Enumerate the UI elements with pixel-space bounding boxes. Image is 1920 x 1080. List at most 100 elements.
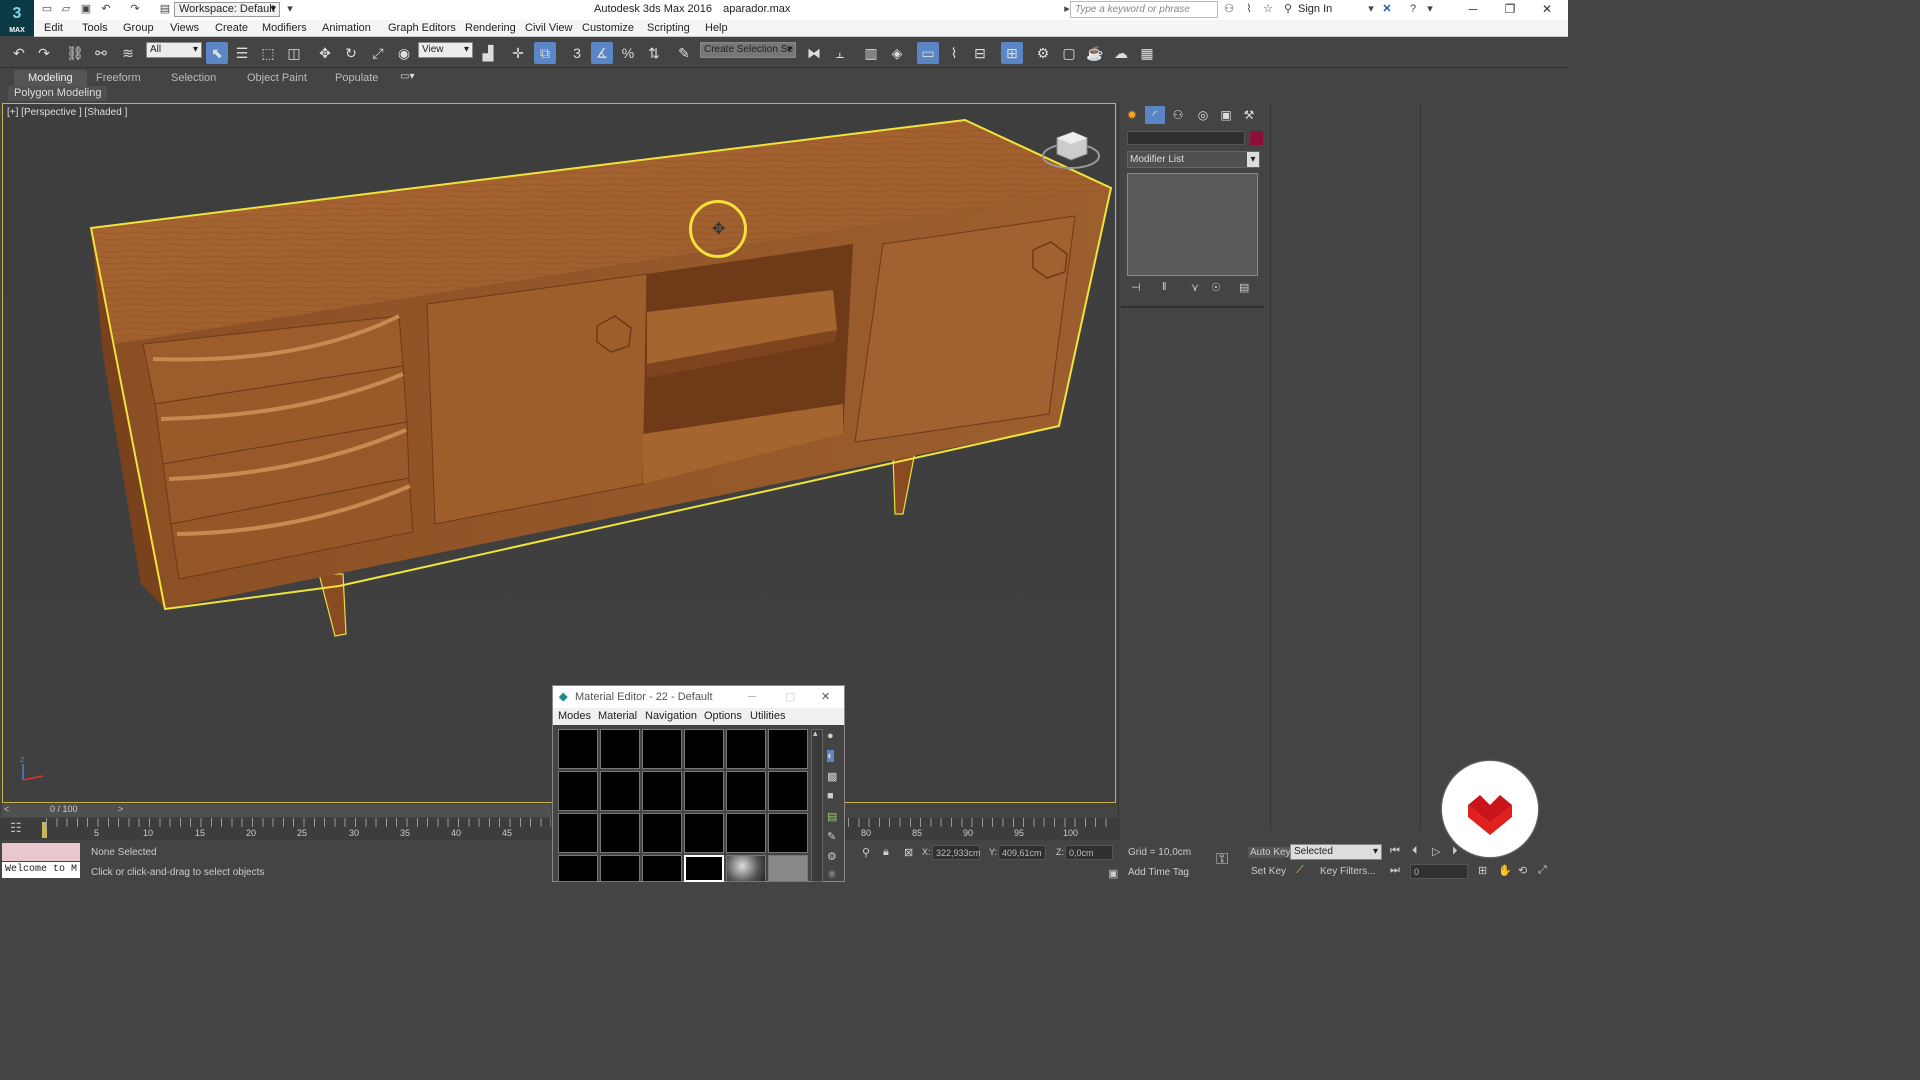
- menu-group[interactable]: Group: [123, 22, 154, 34]
- selection-lock-icon[interactable]: 🔒︎: [883, 846, 889, 859]
- material-slot[interactable]: [600, 813, 640, 853]
- material-slot-sphere[interactable]: [726, 855, 766, 882]
- move-icon[interactable]: ✥: [314, 42, 336, 64]
- select-object-icon[interactable]: ⬉: [206, 42, 228, 64]
- rectangular-selection-icon[interactable]: ⬚: [257, 42, 279, 64]
- menu-scripting[interactable]: Scripting: [647, 22, 690, 34]
- material-slot[interactable]: [684, 813, 724, 853]
- keyboard-shortcut-override-icon[interactable]: ⧉: [534, 42, 556, 64]
- current-frame-field[interactable]: 0: [1410, 864, 1468, 879]
- tab-freeform[interactable]: Freeform: [82, 70, 155, 86]
- modify-tab-icon[interactable]: ◜: [1145, 106, 1165, 124]
- x-coord-field[interactable]: 322,933cm: [932, 845, 981, 860]
- motion-tab-icon[interactable]: ◎: [1193, 106, 1213, 124]
- material-slot[interactable]: [768, 813, 808, 853]
- next-frame-arrow[interactable]: >: [118, 804, 123, 814]
- open-file-icon[interactable]: ▱: [59, 3, 73, 16]
- menu-civil-view[interactable]: Civil View: [525, 22, 572, 34]
- select-by-material-icon[interactable]: ⚛: [827, 868, 837, 881]
- object-name-field[interactable]: [1127, 131, 1245, 145]
- material-slot[interactable]: [558, 771, 598, 811]
- material-slot[interactable]: [684, 771, 724, 811]
- render-setup-icon[interactable]: ⚙: [1032, 42, 1054, 64]
- minimize-button[interactable]: ─: [1458, 2, 1488, 17]
- material-slot[interactable]: [642, 813, 682, 853]
- workspace-dropdown[interactable]: Workspace: Default: [174, 2, 280, 17]
- material-slot[interactable]: [558, 729, 598, 769]
- material-editor-maximize-button[interactable]: ▢: [785, 686, 795, 708]
- restore-button[interactable]: ❐: [1495, 2, 1525, 17]
- select-manipulate-icon[interactable]: ✛: [507, 42, 529, 64]
- polygon-modeling-panel[interactable]: Polygon Modeling: [8, 86, 108, 101]
- add-time-tag[interactable]: Add Time Tag: [1128, 867, 1189, 878]
- material-editor-window[interactable]: ◆ Material Editor - 22 - Default ─ ▢ ✕ M…: [552, 685, 845, 882]
- material-editor-titlebar[interactable]: ◆ Material Editor - 22 - Default ─ ▢ ✕: [553, 686, 844, 708]
- selection-filter-dropdown[interactable]: All: [146, 42, 202, 58]
- menu-edit[interactable]: Edit: [44, 22, 63, 34]
- modifier-list-dropdown[interactable]: Modifier List: [1127, 151, 1260, 168]
- time-tag-icon[interactable]: ▣: [1108, 867, 1118, 880]
- material-slot[interactable]: [726, 813, 766, 853]
- save-file-icon[interactable]: ▣: [79, 3, 93, 16]
- material-slot-active[interactable]: [684, 855, 724, 882]
- maxscript-listener-mini[interactable]: [2, 843, 80, 861]
- sign-in-link[interactable]: Sign In: [1298, 3, 1332, 15]
- play-icon[interactable]: ▷: [1432, 845, 1440, 858]
- menu-graph-editors[interactable]: Graph Editors: [388, 22, 456, 34]
- remove-modifier-icon[interactable]: ☉: [1211, 281, 1221, 294]
- align-icon[interactable]: ⫠: [829, 42, 851, 64]
- toggle-ribbon-icon[interactable]: ▭: [917, 42, 939, 64]
- toggle-layer-explorer-icon[interactable]: ◈: [886, 42, 908, 64]
- options-icon[interactable]: ⚙: [827, 850, 837, 863]
- material-slot[interactable]: [726, 729, 766, 769]
- a360-gallery-icon[interactable]: ▦: [1136, 42, 1158, 64]
- link-icon[interactable]: ⛓: [64, 42, 86, 64]
- make-preview-icon[interactable]: ✎: [827, 830, 836, 843]
- bind-space-warp-icon[interactable]: ≋: [117, 42, 139, 64]
- material-slot[interactable]: [684, 729, 724, 769]
- key-filters-button[interactable]: Key Filters...: [1320, 866, 1376, 877]
- menu-create[interactable]: Create: [215, 22, 248, 34]
- me-menu-material[interactable]: Material: [598, 710, 637, 722]
- project-folder-icon[interactable]: ▤: [158, 3, 172, 16]
- backlight-icon[interactable]: ◐: [827, 750, 834, 762]
- mirror-icon[interactable]: ⧓: [803, 42, 825, 64]
- object-color-swatch[interactable]: [1250, 131, 1263, 145]
- auto-key-button[interactable]: Auto Key: [1248, 847, 1293, 858]
- named-selection-set-dropdown[interactable]: Create Selection Se: [700, 42, 796, 58]
- scale-icon[interactable]: ⤢: [367, 42, 389, 64]
- menu-modifiers[interactable]: Modifiers: [262, 22, 307, 34]
- me-menu-options[interactable]: Options: [704, 710, 742, 722]
- material-slot[interactable]: [558, 813, 598, 853]
- me-menu-utilities[interactable]: Utilities: [750, 710, 785, 722]
- reference-coordinate-dropdown[interactable]: View: [418, 42, 473, 58]
- material-slot-gray[interactable]: [768, 855, 808, 882]
- make-unique-icon[interactable]: ⋎: [1191, 281, 1199, 294]
- help-icon[interactable]: ?: [1406, 3, 1420, 16]
- zoom-extents-icon[interactable]: ⊞: [1478, 864, 1487, 877]
- display-tab-icon[interactable]: ▣: [1216, 106, 1236, 124]
- curve-editor-icon[interactable]: ⌇: [943, 42, 965, 64]
- material-slot[interactable]: [600, 855, 640, 882]
- toggle-scene-explorer-icon[interactable]: ▥: [860, 42, 882, 64]
- menu-help[interactable]: Help: [705, 22, 728, 34]
- tab-populate[interactable]: Populate: [321, 70, 392, 86]
- show-end-result-icon[interactable]: ‖: [1162, 281, 1167, 293]
- material-slot[interactable]: [642, 855, 682, 882]
- time-slider[interactable]: < 0 / 100 >: [2, 804, 551, 817]
- configure-modifier-sets-icon[interactable]: ▤: [1239, 281, 1249, 294]
- pin-stack-icon[interactable]: ⊣: [1131, 281, 1141, 294]
- key-mode-dropdown[interactable]: Selected: [1290, 844, 1382, 860]
- redo-icon[interactable]: ↷: [33, 42, 55, 64]
- absolute-mode-icon[interactable]: ⊠: [904, 846, 913, 859]
- z-coord-field[interactable]: 0,0cm: [1065, 845, 1113, 860]
- favorites-star-icon[interactable]: ☆: [1261, 3, 1275, 16]
- set-key-button[interactable]: Set Key: [1251, 866, 1286, 877]
- go-to-start-icon[interactable]: ⏮: [1390, 845, 1400, 858]
- sign-in-dropdown-icon[interactable]: ▾: [1364, 3, 1378, 16]
- hierarchy-tab-icon[interactable]: ⚇: [1168, 106, 1188, 124]
- material-editor-minimize-button[interactable]: ─: [748, 686, 756, 708]
- material-slot[interactable]: [600, 771, 640, 811]
- isolate-selection-icon[interactable]: ⚲: [862, 846, 870, 859]
- tab-modeling[interactable]: Modeling: [14, 70, 87, 86]
